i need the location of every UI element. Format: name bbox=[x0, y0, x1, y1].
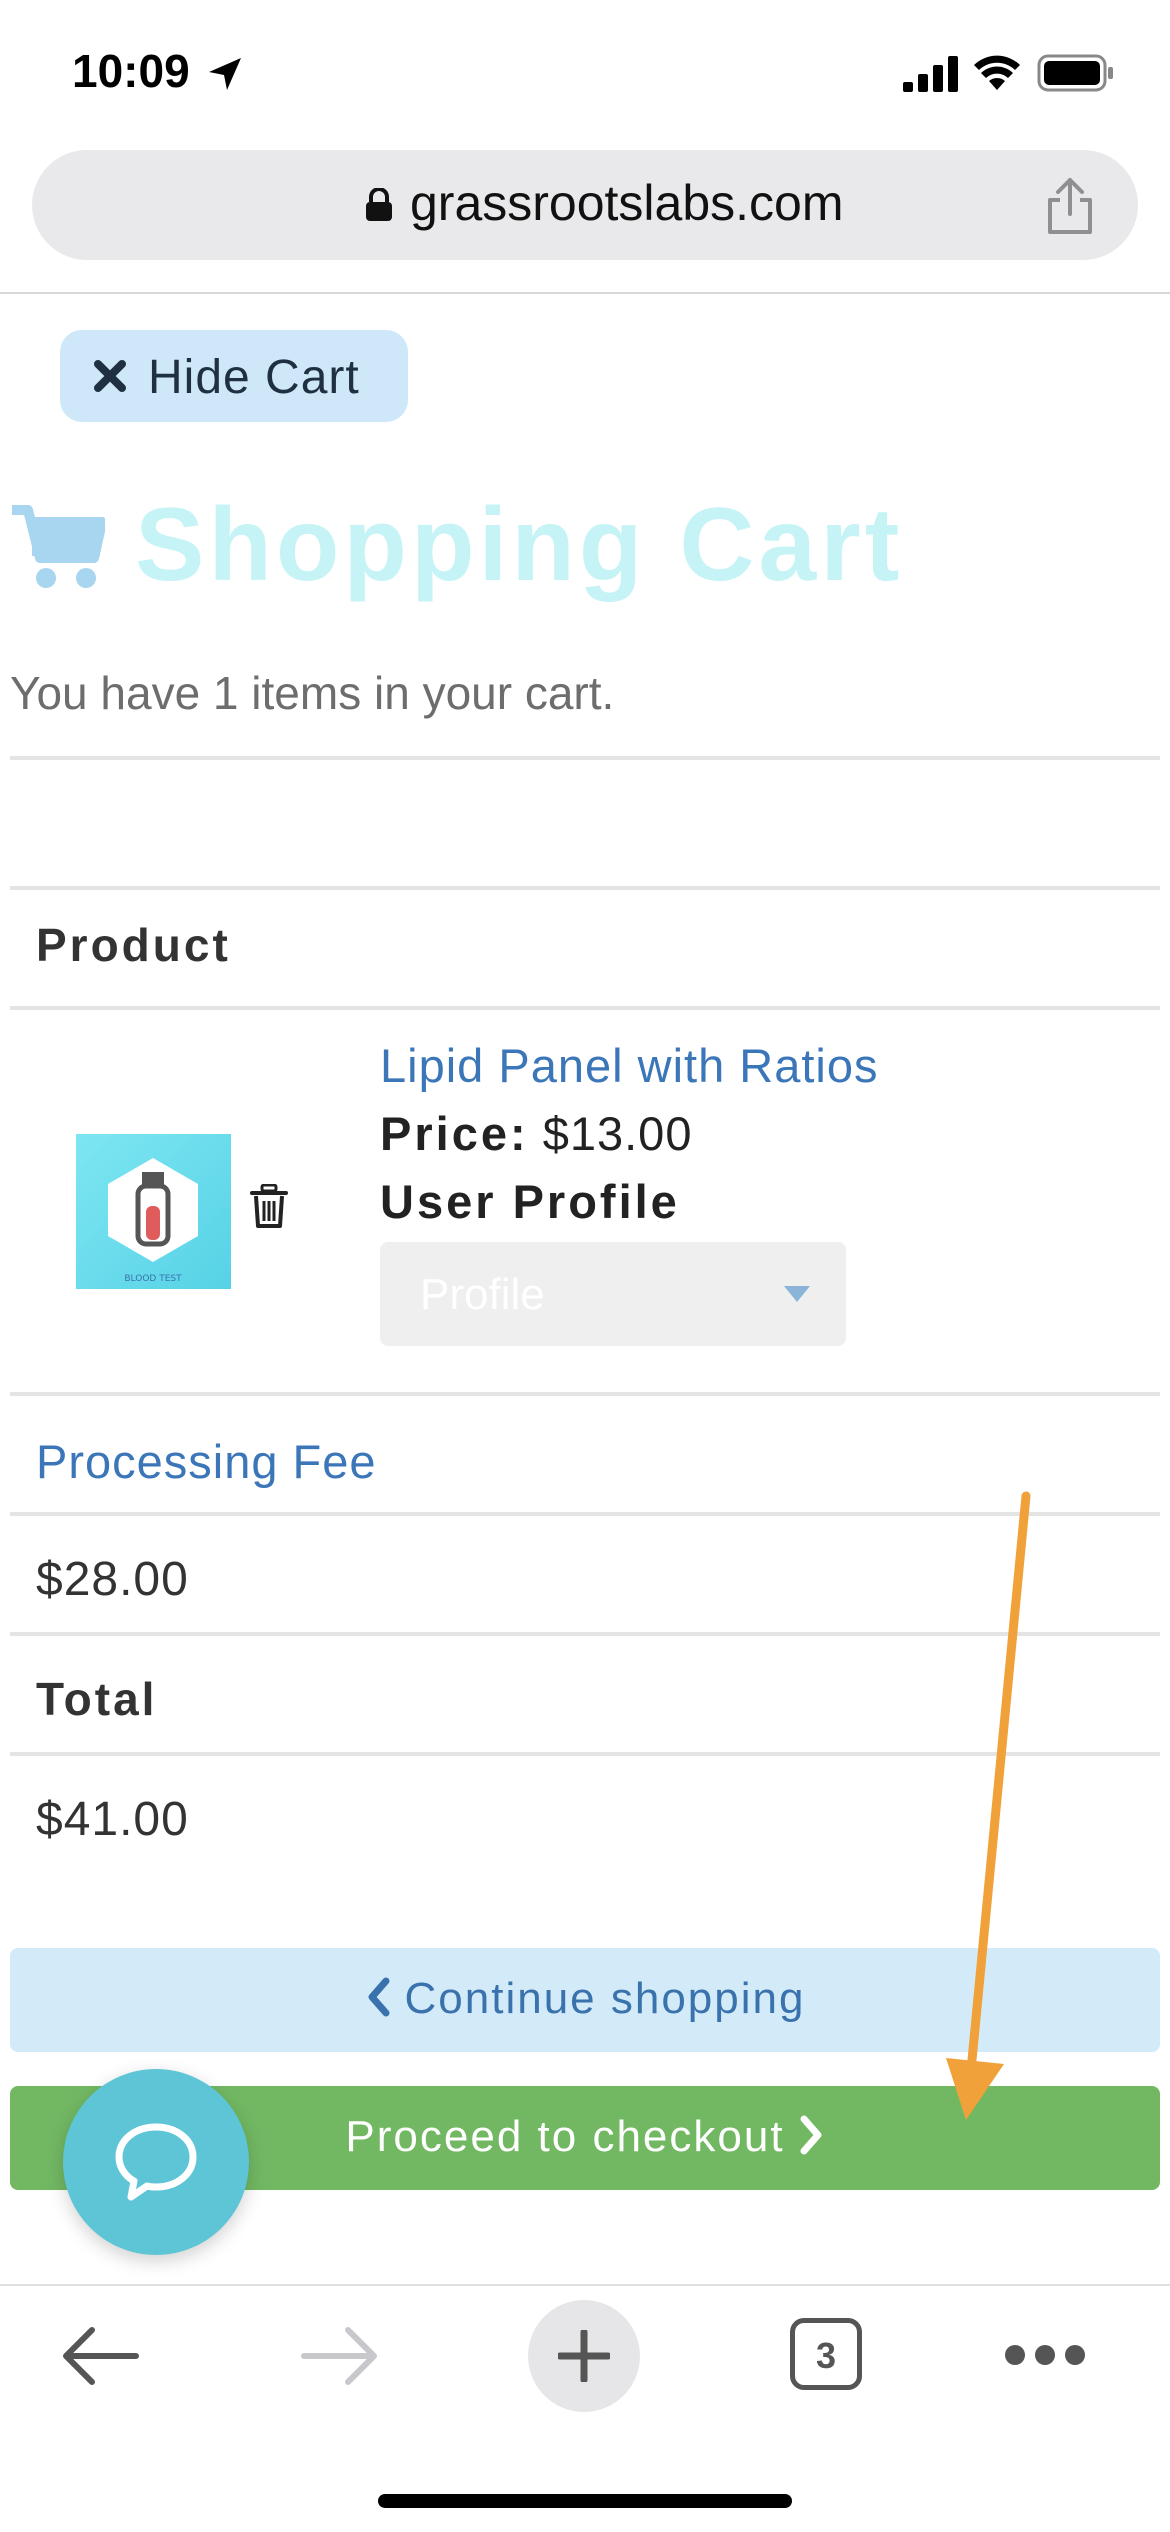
lock-icon bbox=[366, 188, 392, 221]
checkout-label: Proceed to checkout bbox=[345, 2112, 785, 2161]
divider bbox=[10, 1006, 1160, 1010]
hide-cart-button[interactable]: Hide Cart bbox=[60, 330, 408, 422]
battery-icon bbox=[1037, 54, 1113, 92]
hide-cart-label: Hide Cart bbox=[148, 351, 360, 404]
chat-button[interactable] bbox=[63, 2069, 249, 2255]
total-label: Total bbox=[36, 1673, 158, 1725]
product-column-header: Product bbox=[36, 919, 231, 971]
wifi-icon bbox=[974, 55, 1020, 90]
user-profile-label: User Profile bbox=[380, 1175, 680, 1228]
plus-icon bbox=[558, 2330, 610, 2382]
product-name-link[interactable]: Lipid Panel with Ratios bbox=[380, 1038, 879, 1093]
profile-select[interactable]: Profile bbox=[380, 1242, 846, 1346]
divider bbox=[10, 756, 1160, 760]
processing-fee-value: $28.00 bbox=[36, 1553, 189, 1606]
url-text: grassrootslabs.com bbox=[410, 175, 844, 231]
blood-test-icon: BLOOD TEST bbox=[108, 1158, 198, 1284]
total-value: $41.00 bbox=[36, 1793, 189, 1846]
chevron-down-icon bbox=[784, 1286, 810, 1302]
cellular-signal-icon bbox=[903, 56, 958, 92]
chevron-right-icon bbox=[800, 2115, 822, 2155]
price-label: Price: bbox=[380, 1107, 529, 1160]
divider bbox=[10, 886, 1160, 890]
divider bbox=[10, 1752, 1160, 1756]
processing-fee-link[interactable]: Processing Fee bbox=[36, 1434, 377, 1489]
chat-bubble-icon bbox=[115, 2123, 197, 2201]
location-arrow-icon bbox=[209, 58, 241, 90]
shopping-cart-icon bbox=[12, 505, 105, 588]
cart-summary: You have 1 items in your cart. bbox=[10, 667, 615, 719]
cart-panel: Hide Cart Shopping Cart You have 1 items… bbox=[0, 294, 1170, 2284]
divider bbox=[10, 1512, 1160, 1516]
profile-select-placeholder: Profile bbox=[420, 1270, 545, 1319]
thumb-caption: BLOOD TEST bbox=[124, 1274, 182, 1284]
tabs-button[interactable]: 3 bbox=[790, 2318, 862, 2390]
continue-shopping-label: Continue shopping bbox=[404, 1974, 806, 2023]
divider bbox=[10, 1392, 1160, 1396]
status-bar: 10:09 bbox=[0, 0, 1170, 140]
forward-arrow-icon[interactable] bbox=[300, 2324, 380, 2388]
new-tab-button[interactable] bbox=[528, 2300, 640, 2412]
chevron-left-icon bbox=[368, 1977, 390, 2017]
product-price: Price: $13.00 bbox=[380, 1106, 692, 1161]
delete-item-icon[interactable] bbox=[250, 1184, 288, 1228]
divider bbox=[10, 1632, 1160, 1636]
page-title: Shopping Cart bbox=[135, 487, 904, 603]
address-bar[interactable]: grassrootslabs.com bbox=[32, 150, 1138, 260]
price-value: $13.00 bbox=[542, 1107, 693, 1160]
product-thumbnail: BLOOD TEST bbox=[76, 1134, 231, 1289]
back-arrow-icon[interactable] bbox=[60, 2324, 140, 2388]
continue-shopping-button[interactable]: Continue shopping bbox=[10, 1948, 1160, 2052]
share-icon[interactable] bbox=[1042, 176, 1098, 236]
tab-count: 3 bbox=[815, 2335, 837, 2376]
more-options-icon[interactable] bbox=[1002, 2340, 1088, 2370]
home-indicator[interactable] bbox=[378, 2494, 792, 2508]
status-time: 10:09 bbox=[72, 45, 190, 97]
close-icon bbox=[94, 360, 126, 392]
